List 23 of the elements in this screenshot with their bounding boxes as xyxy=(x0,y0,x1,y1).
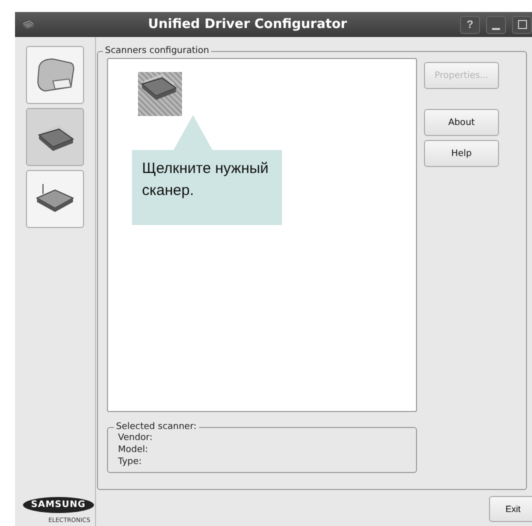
sidebar-button[interactable] xyxy=(26,46,84,104)
group-title: Selected scanner: xyxy=(115,422,198,432)
window-title: Unified Driver Configurator xyxy=(146,17,348,32)
callout-pointer xyxy=(173,115,213,151)
field-label: Type: xyxy=(118,456,143,468)
scanner-icon xyxy=(21,20,35,30)
scanner-icon xyxy=(35,123,75,151)
action-button[interactable]: About xyxy=(424,109,499,136)
field-label: Model: xyxy=(118,444,150,456)
scanner-icon xyxy=(138,72,178,100)
minimize-icon xyxy=(492,28,500,30)
exit-button[interactable]: Exit xyxy=(489,496,532,522)
scanner-item[interactable] xyxy=(138,72,182,116)
minimize-button[interactable] xyxy=(486,16,506,34)
sidebar-button[interactable] xyxy=(26,170,84,228)
help-button[interactable]: ? xyxy=(460,16,480,34)
brand-logo: SAMSUNG xyxy=(23,497,94,513)
group-title: Scanners configuration xyxy=(104,46,210,56)
maximize-button[interactable] xyxy=(512,16,532,34)
field-label: Vendor: xyxy=(118,432,154,444)
sidebar-button[interactable] xyxy=(26,108,84,166)
action-button[interactable]: Help xyxy=(424,140,499,167)
maximize-icon xyxy=(518,20,526,29)
